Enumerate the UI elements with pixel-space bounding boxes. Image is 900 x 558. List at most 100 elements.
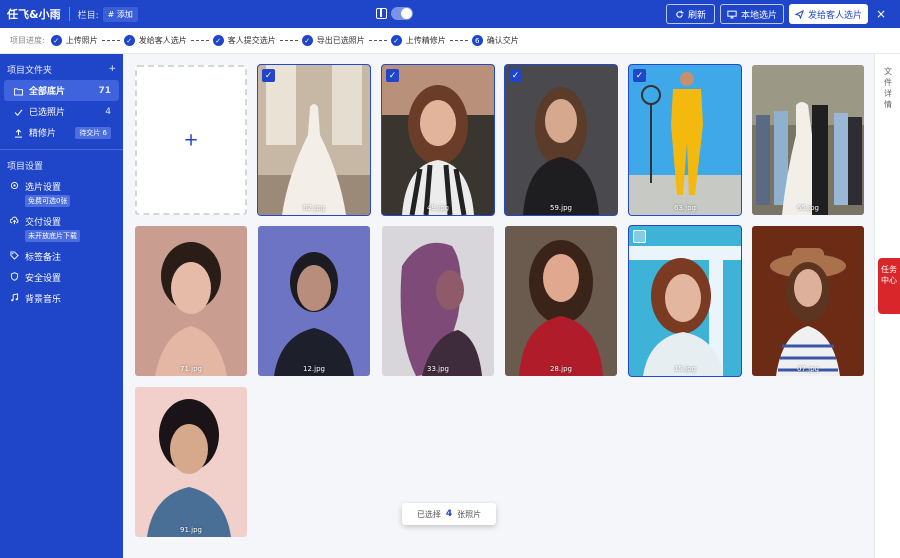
wedding-dress-photo xyxy=(258,65,370,215)
sidebar-item-label: 交付设置 xyxy=(25,218,62,228)
fashion-photo xyxy=(629,65,741,215)
photo-filename: 63.jpg xyxy=(674,204,696,212)
photo-card[interactable]: 07.jpg xyxy=(752,226,864,376)
sidebar-item-all-negatives[interactable]: 全部底片 71 xyxy=(4,80,119,101)
add-column-button[interactable]: # 添加 xyxy=(102,6,138,22)
project-name: 任飞&小雨 xyxy=(7,8,61,21)
folder-icon xyxy=(14,87,23,96)
step-send: ✓ 发给客人选片 xyxy=(123,35,187,46)
photo-card[interactable]: 28.jpg xyxy=(505,226,617,376)
add-folder-icon[interactable]: + xyxy=(108,64,116,74)
step-upload: ✓ 上传照片 xyxy=(50,35,98,46)
settings-section-title: 项目设置 xyxy=(0,154,123,176)
step-label: 客人提交选片 xyxy=(227,36,276,45)
photo-filename: 71.jpg xyxy=(180,365,202,373)
photo-filename: 49.jpg xyxy=(427,204,449,212)
selection-suffix: 张照片 xyxy=(457,509,482,519)
refresh-icon xyxy=(676,9,684,18)
project-progress: 项目进度: ✓ 上传照片 ✓ 发给客人选片 ✓ 客人提交选片 ✓ 导出已选照片 ✓ 上传精… xyxy=(0,28,900,54)
sidebar-item-tags[interactable]: 标签备注 xyxy=(0,246,123,267)
sidebar-item-label: 背景音乐 xyxy=(25,295,62,305)
sidebar-item-delivery-settings[interactable]: 交付设置 未开放底片下载 xyxy=(0,211,123,246)
sidebar-item-selected[interactable]: 已选照片 4 xyxy=(4,101,119,122)
photo-filename: 62.jpg xyxy=(303,204,325,212)
music-icon xyxy=(11,293,19,302)
portrait-photo xyxy=(505,226,617,376)
portrait-photo xyxy=(382,226,494,376)
progress-label: 项目进度: xyxy=(10,36,45,45)
step-number: 6 xyxy=(471,35,483,46)
checkbox[interactable]: ✓ xyxy=(262,69,275,82)
send-to-client-button[interactable]: 发给客人选片 xyxy=(789,4,868,24)
photo-card[interactable]: ✓ 62.jpg xyxy=(257,64,371,216)
sidebar: 项目文件夹 + 全部底片 71 已选照片 4 精修片 待交片 6 项目设置 选片… xyxy=(0,54,123,558)
sidebar-item-retouched[interactable]: 精修片 待交片 6 xyxy=(4,122,119,143)
portrait-photo xyxy=(629,226,741,376)
step-label: 上传照片 xyxy=(65,36,98,45)
upload-tile[interactable]: + xyxy=(135,65,247,215)
upload-icon xyxy=(14,128,23,138)
status-badge: 免费可选0张 xyxy=(25,195,71,207)
check-icon: ✓ xyxy=(212,35,224,46)
step-connector xyxy=(449,40,468,41)
photo-card[interactable]: 15.jpg xyxy=(628,225,742,377)
column-label: 栏目: xyxy=(77,10,99,21)
local-select-button[interactable]: 本地选片 xyxy=(720,4,784,24)
step-connector xyxy=(279,40,298,41)
shield-icon xyxy=(10,272,19,281)
portrait-photo xyxy=(382,65,494,215)
sidebar-item-label: 选片设置 xyxy=(25,183,62,193)
step-connector xyxy=(101,40,120,41)
checkbox[interactable] xyxy=(633,230,646,243)
photo-card[interactable]: ✓ 49.jpg xyxy=(381,64,495,216)
photo-card[interactable]: ✓ 59.jpg xyxy=(504,64,618,216)
photo-card[interactable]: 65.jpg xyxy=(752,65,864,215)
layout-icon[interactable] xyxy=(376,8,387,19)
item-count: 4 xyxy=(105,106,111,117)
photo-card[interactable]: 71.jpg xyxy=(135,226,247,376)
photo-filename: 65.jpg xyxy=(797,204,819,212)
step-label: 确认交片 xyxy=(486,36,519,45)
wedding-party-photo xyxy=(752,65,864,215)
checkbox[interactable]: ✓ xyxy=(509,69,522,82)
sidebar-item-music[interactable]: 背景音乐 xyxy=(0,288,123,309)
photo-card[interactable]: ✓ 63.jpg xyxy=(628,64,742,216)
photo-filename: 12.jpg xyxy=(303,365,325,373)
step-label: 发给客人选片 xyxy=(138,36,187,45)
file-details-tab[interactable]: 文件详情 xyxy=(882,66,894,110)
check-icon: ✓ xyxy=(301,35,313,46)
photo-card[interactable]: 91.jpg xyxy=(135,387,247,537)
item-count: 71 xyxy=(98,85,111,96)
checkbox[interactable]: ✓ xyxy=(386,69,399,82)
checkbox[interactable]: ✓ xyxy=(633,69,646,82)
close-icon[interactable]: × xyxy=(876,7,886,21)
task-center-button[interactable]: 任务中心 xyxy=(878,258,900,314)
step-label: 上传精修片 xyxy=(405,36,446,45)
portrait-photo xyxy=(258,226,370,376)
tag-icon xyxy=(10,251,19,260)
view-toggle[interactable] xyxy=(391,7,413,20)
photo-card[interactable]: 33.jpg xyxy=(382,226,494,376)
photo-filename: 15.jpg xyxy=(674,365,696,373)
step-connector xyxy=(368,40,387,41)
refresh-button[interactable]: 刷新 xyxy=(666,4,715,24)
gear-icon xyxy=(10,181,19,190)
selection-count: 4 xyxy=(445,509,453,519)
step-label: 导出已选照片 xyxy=(316,36,365,45)
status-badge: 待交片 6 xyxy=(75,126,111,139)
send-label: 发给客人选片 xyxy=(807,10,862,21)
check-icon xyxy=(14,108,23,116)
photo-filename: 91.jpg xyxy=(180,526,202,534)
photo-card[interactable]: 12.jpg xyxy=(258,226,370,376)
sidebar-item-label: 标签备注 xyxy=(25,253,62,263)
monitor-icon xyxy=(727,10,737,18)
step-client-submit: ✓ 客人提交选片 xyxy=(212,35,276,46)
sidebar-item-security[interactable]: 安全设置 xyxy=(0,267,123,288)
divider xyxy=(0,149,123,150)
step-connector xyxy=(190,40,209,41)
plus-icon: + xyxy=(183,129,199,151)
check-icon: ✓ xyxy=(50,35,62,46)
folder-section-title: 项目文件夹 + xyxy=(0,58,123,80)
sidebar-item-selection-settings[interactable]: 选片设置免费可选0张 xyxy=(0,176,123,211)
divider xyxy=(68,7,70,21)
